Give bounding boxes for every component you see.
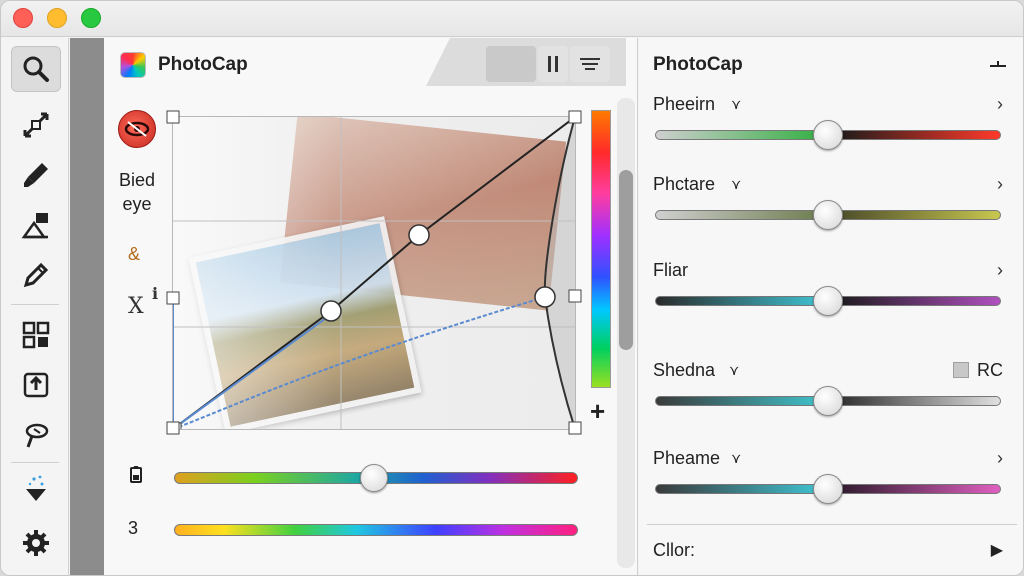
dropdown-caret-icon[interactable]: ⋎ (731, 450, 741, 467)
chevron-right-icon[interactable]: › (997, 260, 1003, 281)
dropdown-caret-icon[interactable]: ⋎ (731, 96, 741, 113)
panel-divider (647, 524, 1017, 525)
sparkle-fill-icon (26, 475, 46, 501)
resize-handle[interactable] (568, 289, 582, 303)
red-eye-label: Bied eye (118, 170, 156, 214)
resize-handle[interactable] (568, 110, 582, 124)
hue-slider-row-1 (104, 458, 614, 498)
gear-icon (23, 530, 49, 556)
rc-checkbox[interactable] (953, 362, 969, 378)
hue-slider-row-2: 3 (104, 510, 614, 550)
settings-tool-button[interactable] (11, 520, 61, 566)
vertical-hue-slider[interactable] (591, 110, 611, 388)
link-symbol[interactable]: & (128, 244, 140, 265)
spectrum-slider-track[interactable] (174, 524, 578, 536)
color-section-label: Cllor: (653, 540, 696, 560)
color-expand-button[interactable]: ▶ (991, 540, 1003, 560)
dropdown-caret-icon[interactable]: ⋎ (731, 176, 741, 193)
battery-icon (128, 466, 144, 489)
adjustment-row: Pheeirn ⋎ › (639, 94, 1023, 174)
lasso-icon (25, 423, 49, 448)
add-button[interactable]: + (590, 396, 605, 427)
layout-tool-button[interactable] (11, 312, 61, 358)
zoom-tool-button[interactable] (11, 46, 61, 92)
left-toolbar (1, 38, 69, 575)
zoom-window-button[interactable] (81, 8, 101, 28)
i-label: i (152, 284, 159, 303)
rc-checkbox-label: RC (977, 360, 1003, 380)
adjustment-label: Fliar (653, 260, 688, 280)
vertical-scrollbar[interactable] (617, 98, 635, 568)
hue-slider-knob[interactable] (360, 464, 388, 492)
side-tools: Bied eye & X i (104, 98, 170, 378)
red-eye-tool-icon[interactable] (118, 110, 156, 148)
toolbar-divider (11, 304, 59, 305)
resize-handle[interactable] (166, 421, 180, 435)
adjustment-slider-knob[interactable] (813, 474, 843, 504)
adjustment-label: Phctare (653, 174, 716, 194)
panel-gutter (70, 38, 104, 575)
close-window-button[interactable] (13, 8, 33, 28)
brush-icon (24, 163, 48, 187)
adjustment-slider-knob[interactable] (813, 386, 843, 416)
pencil-tool-button[interactable] (11, 252, 61, 298)
app-window: PhotoCap Bied eye & X i + 3 PhotoCap Phe… (0, 0, 1024, 576)
slider-number-label: 3 (128, 518, 139, 538)
resize-arrows-icon (23, 112, 49, 138)
fill-tool-button[interactable] (11, 466, 61, 512)
adjustment-label: Pheame (653, 448, 721, 468)
brush-tool-button[interactable] (11, 152, 61, 198)
x-label: X (128, 294, 144, 319)
minimize-window-button[interactable] (47, 8, 67, 28)
scrollbar-thumb[interactable] (619, 170, 633, 350)
resize-handle[interactable] (166, 110, 180, 124)
adjustment-slider-knob[interactable] (813, 286, 843, 316)
resize-handle[interactable] (166, 291, 180, 305)
view-toggle-button[interactable] (486, 46, 536, 82)
selection-handles (166, 110, 582, 435)
export-tool-button[interactable] (11, 362, 61, 408)
app-title: PhotoCap (158, 54, 248, 75)
collapse-panel-icon[interactable] (989, 58, 1007, 70)
toolbar-divider (11, 462, 59, 463)
title-bar (1, 1, 1023, 37)
lasso-tool-button[interactable] (11, 412, 61, 458)
shapes-icon (21, 213, 48, 239)
adjustment-row: Shedna ⋎ RC (639, 360, 1023, 440)
eye-icon (124, 121, 150, 137)
center-header: PhotoCap (104, 38, 638, 90)
transform-tool-button[interactable] (11, 102, 61, 148)
resize-handle[interactable] (568, 421, 582, 435)
adjustment-slider-knob[interactable] (813, 120, 843, 150)
right-panel-title: PhotoCap (653, 54, 743, 75)
pause-icon (548, 56, 558, 72)
dropdown-caret-icon[interactable]: ⋎ (729, 362, 739, 379)
pencil-icon (23, 262, 49, 288)
magnifier-icon (23, 56, 49, 82)
export-box-icon (23, 372, 49, 398)
grid-layout-icon (22, 321, 50, 349)
adjustment-row: Pheame ⋎ › (639, 448, 1023, 528)
center-panel: PhotoCap Bied eye & X i + 3 (104, 38, 638, 575)
hamburger-menu-icon (580, 58, 600, 70)
adjustment-label: Pheeirn (653, 94, 716, 114)
chevron-right-icon[interactable]: › (997, 94, 1003, 115)
adjustment-row: Fliar › (639, 260, 1023, 340)
chevron-right-icon[interactable]: › (997, 174, 1003, 195)
shapes-tool-button[interactable] (11, 202, 61, 248)
right-panel: PhotoCap Pheeirn ⋎ › Phctare ⋎ › Fliar › Shedna ⋎… (639, 38, 1023, 575)
menu-button[interactable] (570, 46, 610, 82)
chevron-right-icon[interactable]: › (997, 448, 1003, 469)
adjustment-slider-knob[interactable] (813, 200, 843, 230)
adjustment-label: Shedna (653, 360, 716, 380)
adjustment-row: Phctare ⋎ › (639, 174, 1023, 254)
app-logo-icon (120, 52, 146, 78)
pause-button[interactable] (538, 46, 568, 82)
